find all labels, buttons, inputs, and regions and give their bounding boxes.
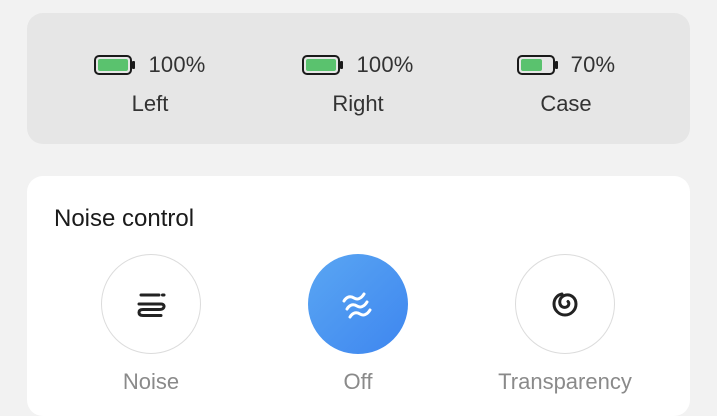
mode-transparency-label: Transparency [498,369,632,394]
transparency-spiral-icon [547,286,583,322]
mode-off: Off [258,254,458,404]
mode-noise: Noise [51,254,251,404]
transparency-button[interactable] [515,254,615,354]
mode-noise-label: Noise [122,369,180,394]
battery-left-label: Left [131,91,169,116]
noise-control-card: Noise control Noise Off Transparency [27,176,690,416]
waves-icon [338,286,378,322]
battery-left: 100% Left [70,13,230,144]
battery-status-card: 100% Left 100% Right 70% Case [27,13,690,144]
battery-case: 70% Case [486,13,646,144]
battery-right-label: Right [332,91,384,116]
noise-off-button[interactable] [308,254,408,354]
battery-case-percent: 70% [570,52,616,77]
mode-off-label: Off [343,369,373,394]
battery-right-percent: 100% [356,52,414,77]
noise-cancel-icon [133,288,169,320]
battery-right: 100% Right [278,13,438,144]
battery-icon [516,54,559,76]
battery-left-percent: 100% [148,52,206,77]
battery-icon [94,54,136,76]
mode-transparency: Transparency [465,254,665,404]
battery-case-label: Case [540,91,592,116]
battery-icon [302,54,344,76]
noise-control-title: Noise control [54,205,195,232]
noise-cancel-button[interactable] [101,254,201,354]
